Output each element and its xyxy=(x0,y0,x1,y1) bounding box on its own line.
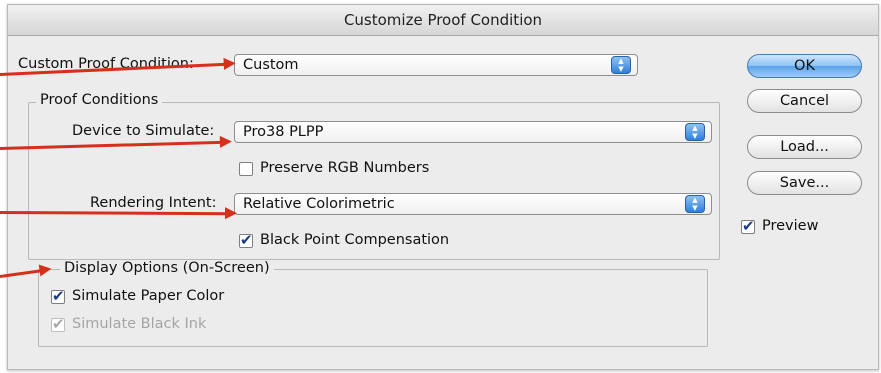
black-point-compensation-label: Black Point Compensation xyxy=(260,232,450,248)
cancel-button[interactable]: Cancel xyxy=(747,89,862,113)
display-options-legend: Display Options (On-Screen) xyxy=(60,260,274,276)
simulate-paper-color-label: Simulate Paper Color xyxy=(72,288,225,304)
simulate-black-ink-checkbox xyxy=(51,315,65,333)
preview-checkbox[interactable] xyxy=(741,217,755,235)
device-to-simulate-popup[interactable]: Pro38 PLPP ▲ ▼ xyxy=(234,121,712,143)
popup-stepper-icon: ▲ ▼ xyxy=(685,195,705,213)
save-button[interactable]: Save... xyxy=(747,171,862,195)
proof-conditions-legend: Proof Conditions xyxy=(36,92,163,108)
load-button[interactable]: Load... xyxy=(747,135,862,159)
simulate-paper-color-checkbox[interactable] xyxy=(51,287,65,305)
popup-stepper-icon: ▲ ▼ xyxy=(685,123,705,141)
display-options-group xyxy=(38,269,708,347)
arrow-head-icon xyxy=(219,135,233,148)
rendering-intent-value: Relative Colorimetric xyxy=(243,196,395,212)
rendering-intent-label: Rendering Intent: xyxy=(90,195,217,211)
rendering-intent-popup[interactable]: Relative Colorimetric ▲ ▼ xyxy=(234,193,712,215)
arrow-head-icon xyxy=(223,57,237,70)
device-to-simulate-value: Pro38 PLPP xyxy=(243,124,324,140)
custom-proof-condition-popup[interactable]: Custom ▲ ▼ xyxy=(234,54,638,76)
preview-label: Preview xyxy=(762,218,819,234)
popup-stepper-icon: ▲ ▼ xyxy=(611,56,631,74)
device-to-simulate-label: Device to Simulate: xyxy=(72,123,215,139)
dialog-title: Customize Proof Condition xyxy=(8,5,878,36)
preserve-rgb-label: Preserve RGB Numbers xyxy=(260,160,430,176)
black-point-compensation-checkbox[interactable] xyxy=(239,231,253,249)
simulate-black-ink-label: Simulate Black Ink xyxy=(72,316,207,332)
customize-proof-dialog: Customize Proof Condition Custom Proof C… xyxy=(7,4,879,370)
arrow-head-icon xyxy=(224,207,238,220)
preserve-rgb-checkbox[interactable] xyxy=(239,162,253,176)
arrow-head-icon xyxy=(38,262,53,277)
custom-proof-condition-value: Custom xyxy=(243,57,299,73)
ok-button[interactable]: OK xyxy=(747,54,862,78)
